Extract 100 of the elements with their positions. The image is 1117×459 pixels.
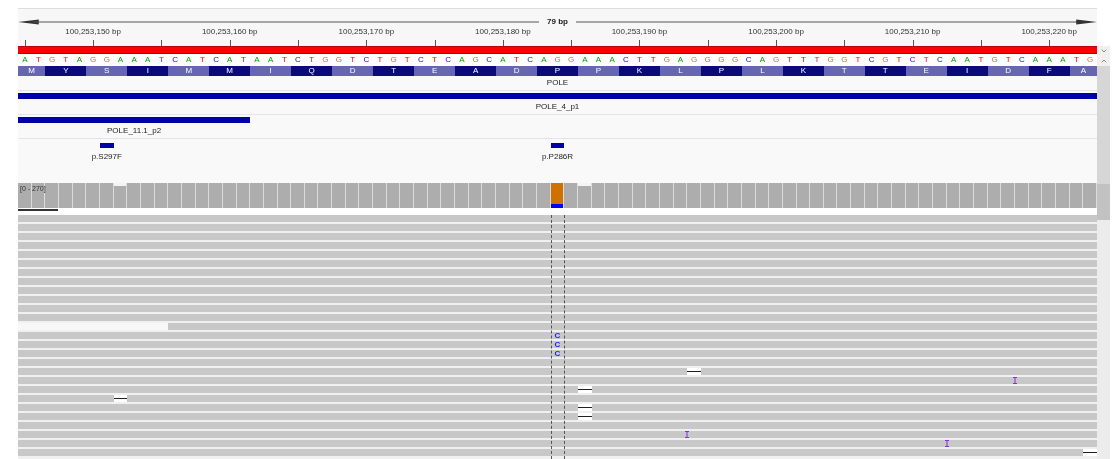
base-letter: A	[226, 56, 234, 64]
amino-acid-cell: K	[782, 66, 824, 76]
gene-label: POLE	[546, 77, 569, 89]
scrollbar-thumb[interactable]	[1097, 184, 1110, 220]
coverage-bar	[769, 183, 782, 208]
base-letter: G	[48, 56, 57, 64]
base-letter: C	[171, 56, 179, 64]
transcript-label: POLE_4_p1	[535, 103, 580, 111]
mismatch-base: C	[553, 332, 562, 339]
base-letter: A	[540, 56, 548, 64]
base-letter: T	[349, 56, 357, 64]
tick-mark	[707, 40, 709, 46]
amino-acid-cell: M	[18, 66, 46, 76]
chevron-down-icon	[1099, 47, 1108, 55]
coverage-bar	[728, 183, 741, 208]
mutation-label: p.P286R	[541, 153, 574, 161]
chevron-up-icon	[1099, 57, 1108, 65]
deletion-marker	[578, 386, 592, 393]
base-letter: G	[662, 56, 671, 64]
base-letter: C	[908, 56, 917, 64]
coverage-bar	[1083, 183, 1096, 208]
tick-label: 100,253,210 bp	[884, 28, 941, 36]
base-letter: T	[513, 56, 520, 64]
base-letter: T	[198, 56, 206, 64]
transcript-label: POLE_11.1_p2	[107, 127, 162, 135]
base-letter: C	[744, 56, 753, 64]
amino-acid-cell: T	[373, 66, 415, 76]
base-letter: T	[35, 56, 42, 64]
base-letter: G	[771, 56, 781, 64]
tick-mark	[24, 40, 26, 46]
deletion-marker	[578, 404, 592, 411]
coverage-bar	[1001, 183, 1015, 208]
coverage-bar	[1056, 183, 1069, 208]
amino-acid-cell: T	[864, 66, 906, 76]
tick-mark	[912, 40, 914, 46]
tick-mark	[298, 40, 299, 46]
base-letter: T	[403, 56, 411, 64]
coverage-bar	[892, 183, 905, 208]
mismatch-base: C	[553, 350, 562, 357]
base-letter: T	[280, 56, 288, 64]
base-letter: G	[840, 56, 849, 64]
coverage-bar	[851, 183, 864, 208]
coverage-bar	[523, 183, 536, 208]
coverage-bar	[564, 183, 577, 208]
base-letter: A	[608, 56, 616, 64]
base-letter: A	[267, 56, 275, 64]
base-letter: T	[62, 56, 70, 64]
base-letter: A	[21, 56, 29, 64]
tick-mark	[366, 40, 368, 46]
base-letter: T	[157, 56, 165, 64]
amino-acid-cell: Y	[45, 66, 87, 76]
base-letter: C	[936, 56, 944, 64]
base-letter: G	[321, 56, 330, 64]
tick-mark	[502, 40, 504, 46]
coverage-bar	[687, 183, 700, 208]
base-letter: A	[676, 56, 685, 64]
base-letter: G	[730, 56, 740, 64]
base-letter: C	[294, 56, 302, 64]
insertion-marker	[944, 440, 949, 447]
base-letter: A	[1031, 56, 1040, 64]
base-letter: G	[89, 56, 98, 64]
mismatch-base: C	[553, 341, 562, 348]
base-letter: T	[922, 56, 930, 64]
coverage-bar	[1042, 183, 1055, 208]
tick-mark	[161, 40, 163, 46]
amino-acid-cell: L	[741, 66, 783, 76]
coverage-bar	[373, 183, 386, 208]
tick-mark	[229, 40, 231, 46]
coverage-bar	[168, 183, 181, 208]
coverage-bar	[18, 183, 31, 208]
scroll-down-button[interactable]	[1097, 46, 1110, 56]
amino-acid-cell: K	[618, 66, 660, 76]
base-letter: G	[553, 56, 562, 64]
base-letter: C	[1018, 56, 1026, 64]
base-letter: T	[854, 56, 862, 64]
amino-acid-cell: P	[537, 66, 578, 76]
base-letter: T	[376, 56, 384, 64]
base-letter: C	[212, 56, 220, 64]
base-letter: G	[990, 56, 999, 64]
scroll-up-button[interactable]	[1097, 56, 1110, 66]
deletion-marker	[578, 413, 592, 420]
insertion-marker	[1013, 377, 1018, 384]
base-letter: G	[567, 56, 576, 64]
amino-acid-cell: M	[209, 66, 251, 76]
base-letter: T	[239, 56, 247, 64]
deletion-marker	[687, 368, 701, 375]
base-letter: C	[867, 56, 876, 64]
mutation-marker	[550, 143, 565, 148]
base-letter: G	[389, 56, 398, 64]
coverage-bar	[127, 183, 140, 208]
base-letter: A	[758, 56, 767, 64]
base-letter: T	[977, 56, 985, 64]
coverage-bar	[605, 183, 618, 208]
tick-mark	[639, 40, 641, 46]
base-letter: G	[717, 56, 726, 64]
tick-label: 100,253,200 bp	[748, 28, 804, 36]
coverage-bar	[86, 183, 99, 208]
base-letter: T	[636, 56, 643, 64]
amino-acid-cell: S	[86, 66, 128, 76]
tick-mark	[434, 40, 436, 46]
